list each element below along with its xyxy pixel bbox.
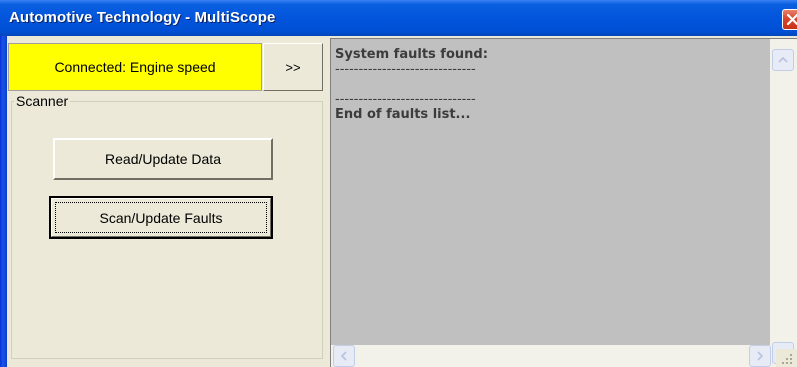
faults-separator-top: ------------------------------ bbox=[335, 62, 476, 77]
faults-blank-line bbox=[335, 77, 488, 92]
scan-update-faults-label: Scan/Update Faults bbox=[99, 209, 223, 226]
window-frame-left bbox=[0, 36, 7, 367]
faults-header: System faults found: bbox=[335, 47, 488, 62]
expand-button[interactable]: >> bbox=[263, 43, 323, 91]
connection-status: Connected: Engine speed bbox=[8, 43, 262, 91]
expand-button-label: >> bbox=[285, 59, 301, 75]
scan-update-faults-button[interactable]: Scan/Update Faults bbox=[49, 196, 273, 239]
faults-output-area[interactable]: System faults found: --------------------… bbox=[330, 38, 797, 367]
chevron-right-icon bbox=[757, 351, 764, 361]
chevron-left-icon bbox=[340, 351, 347, 361]
faults-separator-bottom: ------------------------------ bbox=[335, 92, 476, 107]
vertical-scrollbar[interactable] bbox=[770, 39, 797, 367]
app-window: Automotive Technology - MultiScope Conne… bbox=[0, 0, 797, 367]
connection-status-text: Connected: Engine speed bbox=[54, 59, 216, 75]
close-button[interactable] bbox=[782, 9, 797, 30]
close-icon bbox=[786, 13, 797, 26]
resize-grip[interactable] bbox=[776, 349, 797, 367]
resize-grip-icon bbox=[782, 354, 792, 364]
horizontal-scrollbar[interactable] bbox=[331, 345, 771, 367]
title-bar[interactable]: Automotive Technology - MultiScope bbox=[0, 0, 797, 36]
scroll-right-button[interactable] bbox=[749, 345, 771, 367]
faults-footer: End of faults list... bbox=[335, 107, 471, 122]
window-title: Automotive Technology - MultiScope bbox=[9, 9, 276, 26]
faults-text: System faults found: --------------------… bbox=[335, 47, 488, 122]
chevron-up-icon bbox=[778, 56, 788, 63]
scroll-up-button[interactable] bbox=[772, 49, 794, 71]
scroll-left-button[interactable] bbox=[333, 345, 355, 367]
scanner-group-label: Scanner bbox=[14, 93, 71, 109]
read-update-data-label: Read/Update Data bbox=[105, 151, 221, 167]
read-update-data-button[interactable]: Read/Update Data bbox=[53, 138, 273, 180]
